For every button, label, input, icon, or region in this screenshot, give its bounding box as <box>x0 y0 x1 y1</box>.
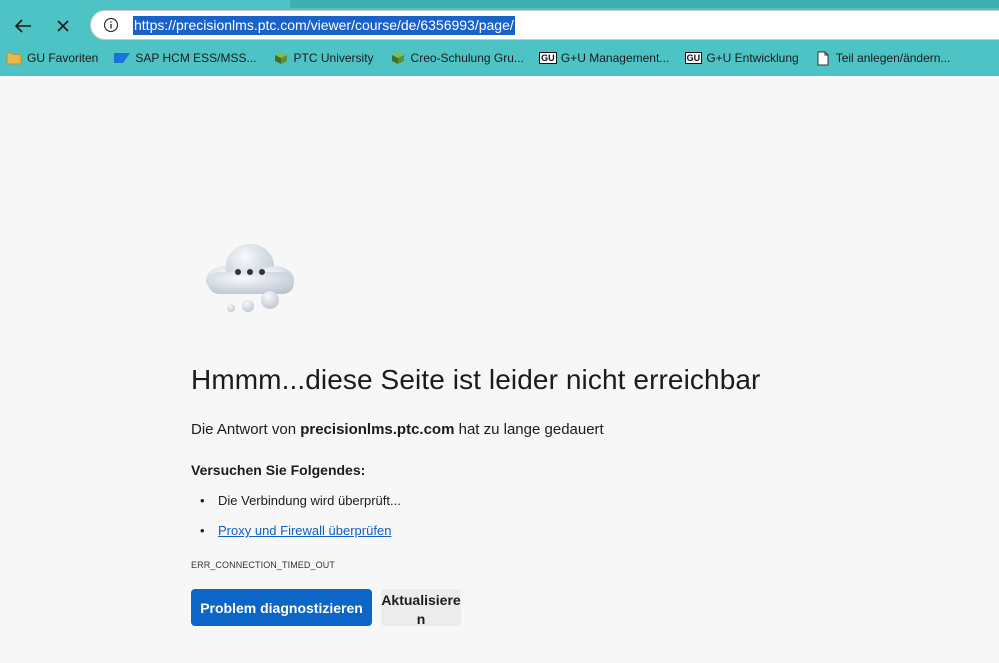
bookmark-label: GU Favoriten <box>27 51 99 65</box>
ptc-cube-icon <box>273 50 289 66</box>
domain-name: precisionlms.ptc.com <box>300 421 455 438</box>
info-icon[interactable] <box>103 17 119 33</box>
address-bar[interactable]: https://precisionlms.ptc.com/viewer/cour… <box>90 10 999 40</box>
url-text[interactable]: https://precisionlms.ptc.com/viewer/cour… <box>133 16 515 35</box>
bookmark-sap-hcm[interactable]: SAP HCM ESS/MSS... <box>108 47 262 69</box>
error-description: Die Antwort von precisionlms.ptc.com hat… <box>191 421 604 438</box>
reload-button[interactable]: Aktualisieren <box>381 589 461 627</box>
ptc-cube-icon <box>390 50 406 66</box>
bookmark-gu-favoriten[interactable]: GU Favoriten <box>0 47 104 69</box>
bookmark-label: SAP HCM ESS/MSS... <box>135 51 257 65</box>
active-tab[interactable] <box>290 0 999 8</box>
suggestions-heading: Versuchen Sie Folgendes: <box>191 462 366 478</box>
tip-text: Die Verbindung wird überprüft... <box>218 493 401 508</box>
proxy-firewall-link[interactable]: Proxy und Firewall überprüfen <box>218 523 391 538</box>
bookmarks-bar: GU Favoriten SAP HCM ESS/MSS... PTC Univ… <box>0 44 999 72</box>
list-item: Die Verbindung wird überprüft... <box>191 492 401 522</box>
suggestions-list: Die Verbindung wird überprüft... Proxy u… <box>191 492 401 552</box>
back-button[interactable] <box>10 14 36 38</box>
bookmark-label: G+U Entwicklung <box>706 51 799 65</box>
page-title: Hmmm...diese Seite ist leider nicht erre… <box>191 364 761 395</box>
address-bar-row: https://precisionlms.ptc.com/viewer/cour… <box>0 8 999 44</box>
document-icon <box>815 50 831 66</box>
error-page: Hmmm...diese Seite ist leider nicht erre… <box>0 76 999 663</box>
folder-icon <box>6 50 22 66</box>
gu-logo-icon: GU <box>539 52 557 64</box>
bookmark-label: Creo-Schulung Gru... <box>410 51 524 65</box>
bookmark-ptc-university[interactable]: PTC University <box>267 47 380 69</box>
bookmark-creo-schulung[interactable]: Creo-Schulung Gru... <box>384 47 530 69</box>
list-item: Proxy und Firewall überprüfen <box>191 522 401 552</box>
bookmark-label: PTC University <box>293 51 374 65</box>
tab-strip <box>0 0 999 8</box>
cloud-thinking-icon <box>206 244 294 312</box>
gu-logo-icon: GU <box>684 52 703 64</box>
bookmark-gu-management[interactable]: GU G+U Management... <box>534 47 675 69</box>
arrow-left-icon <box>14 19 31 33</box>
bookmark-gu-entwicklung[interactable]: GU G+U Entwicklung <box>679 47 804 69</box>
error-code: ERR_CONNECTION_TIMED_OUT <box>191 560 335 570</box>
diagnose-button[interactable]: Problem diagnostizieren <box>191 589 372 626</box>
bookmark-label: Teil anlegen/ändern... <box>835 51 951 65</box>
stop-loading-button[interactable] <box>50 14 76 38</box>
close-icon <box>57 20 69 32</box>
sap-logo-icon <box>114 50 131 66</box>
description-prefix: Die Antwort von <box>191 421 301 438</box>
bookmark-teil-anlegen[interactable]: Teil anlegen/ändern... <box>809 47 957 69</box>
description-suffix: hat zu lange gedauert <box>454 421 604 438</box>
bookmark-label: G+U Management... <box>560 51 670 65</box>
